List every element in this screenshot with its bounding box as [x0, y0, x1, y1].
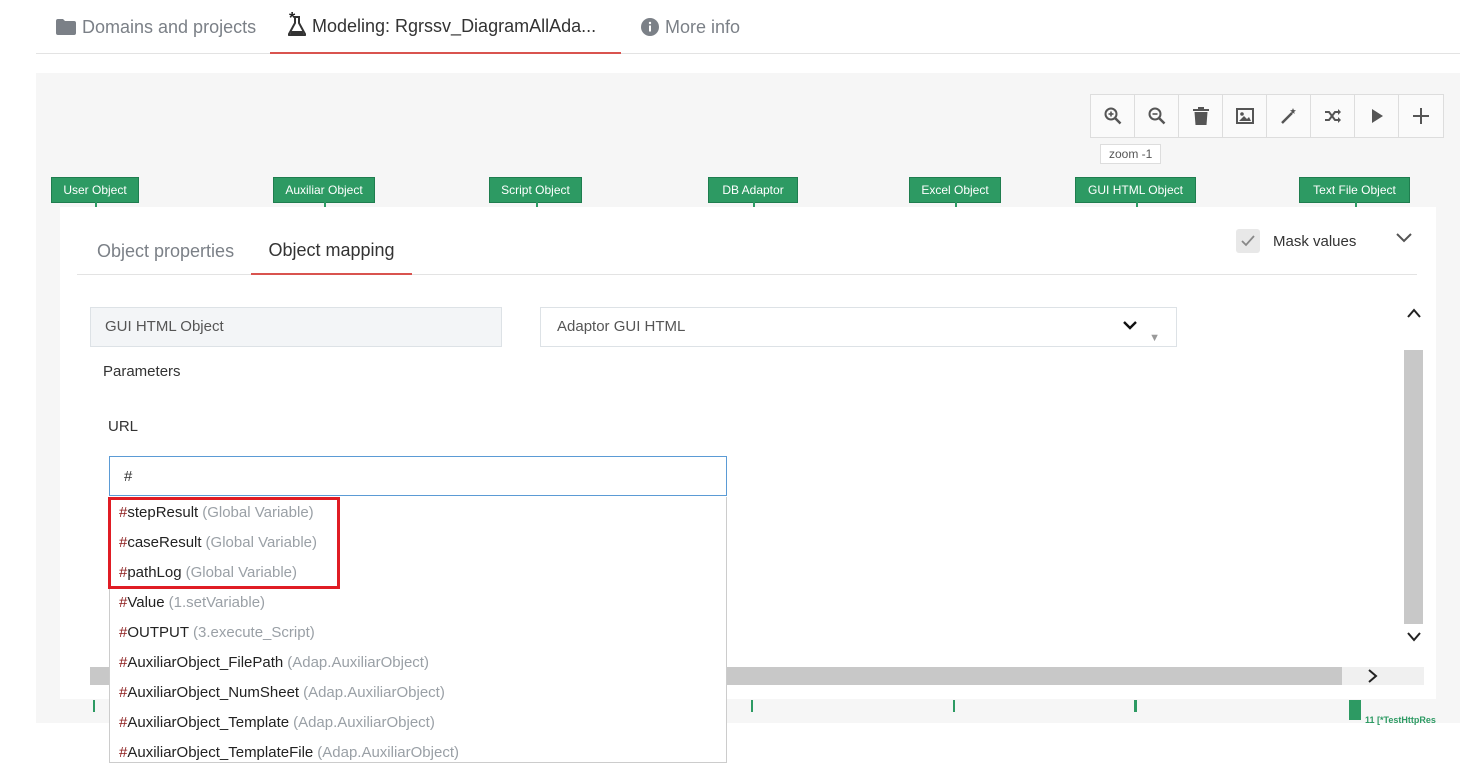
auto-layout-button[interactable] — [1267, 95, 1311, 137]
node-auxiliar-object[interactable]: Auxiliar Object — [273, 177, 375, 208]
tab-modeling-label: Modeling: Rgrssv_DiagramAllAda... — [312, 15, 597, 36]
node-label: Auxiliar Object — [285, 183, 363, 197]
hash-prefix: # — [119, 743, 128, 761]
autocomplete-item[interactable]: # OUTPUT (3.execute_Script) — [110, 617, 726, 647]
connector-tick — [1134, 700, 1137, 712]
magic-wand-icon — [1280, 108, 1296, 124]
variable-source: (Adap.AuxiliarObject) — [293, 713, 435, 731]
variable-source: (3.execute_Script) — [193, 623, 315, 641]
autocomplete-item[interactable]: # AuxiliarObject_NumSheet (Adap.AuxiliarOb… — [110, 677, 726, 707]
highlight-annotation — [108, 497, 340, 589]
export-image-button[interactable] — [1223, 95, 1267, 137]
tab-more-info-label: More info — [665, 16, 741, 37]
zoom-in-icon — [1104, 107, 1121, 125]
chevron-up-icon[interactable] — [1406, 307, 1422, 319]
mask-values-label: Mask values — [1273, 232, 1357, 250]
unsaved-marker: * — [289, 10, 296, 27]
vertical-scroll-thumb[interactable] — [1404, 350, 1423, 624]
node-label: Text File Object — [1313, 183, 1396, 197]
variable-name: AuxiliarObject_Template — [127, 713, 290, 731]
hash-prefix: # — [119, 683, 128, 701]
vertical-scrollbar[interactable] — [1403, 287, 1425, 657]
adaptor-select-value: Adaptor GUI HTML — [557, 318, 686, 335]
node-label: Excel Object — [921, 183, 989, 197]
connector-tick — [953, 700, 955, 712]
folder-icon — [56, 19, 76, 35]
url-label: URL — [108, 418, 139, 435]
step-marker[interactable] — [1349, 700, 1361, 720]
variable-source: (Adap.AuxiliarObject) — [287, 653, 429, 671]
add-button[interactable] — [1399, 95, 1443, 137]
tab-object-mapping[interactable]: Object mapping — [251, 227, 412, 275]
run-button[interactable] — [1355, 95, 1399, 137]
node-excel-object[interactable]: Excel Object — [909, 177, 1001, 208]
variable-name: Value — [127, 593, 165, 611]
adaptor-select[interactable]: Adaptor GUI HTML ▼ — [540, 307, 1177, 347]
hash-prefix: # — [119, 713, 128, 731]
caret-down-icon: ▼ — [1149, 332, 1160, 344]
image-icon — [1235, 108, 1254, 124]
tab-more-info[interactable]: More info — [641, 0, 740, 54]
check-icon — [1241, 235, 1255, 247]
chevron-down-icon[interactable] — [1406, 631, 1422, 643]
diagram-toolbar — [1090, 94, 1444, 138]
chevron-down-icon — [1396, 233, 1412, 243]
parameters-heading: Parameters — [103, 363, 181, 380]
hash-prefix: # — [119, 623, 128, 641]
play-icon — [1371, 109, 1383, 123]
collapse-panel-button[interactable] — [1395, 231, 1413, 249]
variable-name: AuxiliarObject_NumSheet — [127, 683, 300, 701]
url-input[interactable] — [109, 456, 727, 496]
chevron-right-icon[interactable] — [1366, 668, 1378, 684]
autocomplete-item[interactable]: # AuxiliarObject_Template (Adap.AuxiliarOb… — [110, 707, 726, 737]
autocomplete-item[interactable]: # AuxiliarObject_FilePath (Adap.AuxiliarOb… — [110, 647, 726, 677]
variable-source: (Adap.AuxiliarObject) — [317, 743, 459, 761]
panel-tab-bar: Object properties Object mapping — [77, 227, 1417, 275]
node-label: DB Adaptor — [722, 183, 784, 197]
mask-values-checkbox[interactable] — [1236, 229, 1260, 253]
tab-domains-label: Domains and projects — [82, 16, 257, 37]
node-db-adaptor[interactable]: DB Adaptor — [708, 177, 798, 208]
variable-source: (1.setVariable) — [168, 593, 266, 611]
top-tab-bar: Domains and projects * Modeling: Rgrssv_… — [36, 0, 1460, 54]
variable-name: OUTPUT — [127, 623, 190, 641]
shuffle-icon — [1324, 109, 1341, 123]
node-label: User Object — [63, 183, 127, 197]
node-label: Script Object — [501, 183, 570, 197]
node-gui-html-object[interactable]: GUI HTML Object — [1075, 177, 1196, 208]
chevron-down-icon — [1123, 321, 1137, 330]
variable-source: (Adap.AuxiliarObject) — [303, 683, 445, 701]
tab-modeling[interactable]: * Modeling: Rgrssv_DiagramAllAda... — [270, 0, 621, 54]
info-icon — [641, 18, 659, 36]
connector-tick — [751, 700, 753, 712]
autocomplete-item[interactable]: # Value (1.setVariable) — [110, 587, 726, 617]
zoom-in-button[interactable] — [1091, 95, 1135, 137]
zoom-out-button[interactable] — [1135, 95, 1179, 137]
hash-prefix: # — [119, 653, 128, 671]
node-script-object[interactable]: Script Object — [489, 177, 582, 208]
node-text-file-object[interactable]: Text File Object — [1299, 177, 1410, 208]
mask-values-toggle[interactable]: Mask values — [1236, 229, 1356, 253]
autocomplete-item[interactable]: # AuxiliarObject_TemplateFile (Adap.Auxili… — [110, 737, 726, 762]
shuffle-button[interactable] — [1311, 95, 1355, 137]
delete-button[interactable] — [1179, 95, 1223, 137]
step-label: 11 [*TestHttpRes — [1365, 715, 1436, 725]
trash-icon — [1192, 107, 1209, 125]
object-name-field: GUI HTML Object — [90, 307, 502, 347]
plus-icon — [1413, 108, 1429, 124]
zoom-level: zoom -1 — [1100, 144, 1162, 164]
node-label: GUI HTML Object — [1088, 183, 1183, 197]
variable-name: AuxiliarObject_FilePath — [127, 653, 284, 671]
zoom-out-icon — [1148, 107, 1165, 125]
hash-prefix: # — [119, 593, 128, 611]
tab-domains-and-projects[interactable]: Domains and projects — [56, 0, 256, 54]
tab-object-properties[interactable]: Object properties — [97, 227, 234, 275]
connector-tick — [93, 700, 95, 712]
node-user-object[interactable]: User Object — [51, 177, 139, 208]
variable-name: AuxiliarObject_TemplateFile — [127, 743, 314, 761]
